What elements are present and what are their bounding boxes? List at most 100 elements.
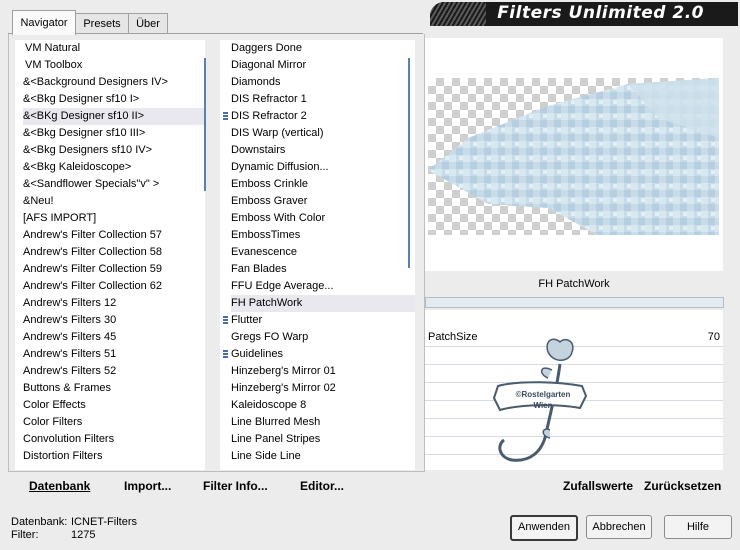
- list-item[interactable]: Color Filters: [23, 414, 205, 431]
- list-item-label: &<BKg Designer sf10 II>: [23, 110, 145, 122]
- editor-button[interactable]: Editor...: [300, 479, 344, 493]
- list-item[interactable]: &<Bkg Kaleidoscope>: [23, 159, 205, 176]
- list-item[interactable]: Fan Blades: [231, 261, 415, 278]
- filter-scrollbar[interactable]: [408, 58, 410, 268]
- list-marker-icon: [223, 350, 228, 359]
- banner-stripe: [430, 2, 486, 26]
- list-item[interactable]: &<Bkg Designer sf10 III>: [23, 125, 205, 142]
- status-filter-label: Filter:: [11, 529, 39, 541]
- tab-navigator[interactable]: Navigator: [12, 10, 76, 35]
- list-item[interactable]: Convolution Filters: [23, 431, 205, 448]
- reset-button[interactable]: Zurücksetzen: [644, 479, 721, 493]
- list-item[interactable]: Dynamic Diffusion...: [231, 159, 415, 176]
- list-item-label: Daggers Done: [231, 42, 302, 54]
- list-item[interactable]: Andrew's Filters 51: [23, 346, 205, 363]
- list-item-label: Diamonds: [231, 76, 281, 88]
- cancel-button[interactable]: Abbrechen: [586, 515, 652, 539]
- param-value[interactable]: 70: [700, 331, 720, 343]
- list-item[interactable]: Diamonds: [231, 74, 415, 91]
- list-item[interactable]: Buttons & Frames: [23, 380, 205, 397]
- list-item-label: Kaleidoscope 8: [231, 399, 307, 411]
- list-marker-icon: [223, 316, 228, 325]
- list-item[interactable]: Daggers Done: [231, 40, 415, 57]
- list-item[interactable]: Line Side Line: [231, 448, 415, 465]
- import-button[interactable]: Import...: [124, 479, 171, 493]
- category-scrollbar[interactable]: [204, 58, 206, 191]
- list-item[interactable]: EmbossTimes: [231, 227, 415, 244]
- list-item[interactable]: [AFS IMPORT]: [23, 210, 205, 227]
- list-item[interactable]: Hinzeberg's Mirror 02: [231, 380, 415, 397]
- list-item[interactable]: Andrew's Filter Collection 62: [23, 278, 205, 295]
- filter-list[interactable]: Daggers Done Diagonal Mirror Diamonds DIS R…: [220, 40, 415, 470]
- list-item-label: Fan Blades: [231, 263, 287, 275]
- list-item[interactable]: Flutter: [223, 312, 415, 329]
- list-item[interactable]: DIS Warp (vertical): [231, 125, 415, 142]
- list-item-label: Hinzeberg's Mirror 02: [231, 382, 336, 394]
- list-item[interactable]: Andrew's Filters 45: [23, 329, 205, 346]
- list-item-label: Andrew's Filters 45: [23, 331, 117, 343]
- app-banner: Filters Unlimited 2.0: [430, 2, 738, 26]
- list-item[interactable]: Distortion Filters: [23, 448, 205, 465]
- list-item-label: [AFS IMPORT]: [23, 212, 97, 224]
- list-item[interactable]: &<Sandflower Specials"v" >: [23, 176, 205, 193]
- list-item[interactable]: Andrew's Filter Collection 58: [23, 244, 205, 261]
- list-item[interactable]: VM Natural: [23, 40, 205, 57]
- list-item[interactable]: VM Toolbox: [23, 57, 205, 74]
- list-item-label: VM Natural: [25, 42, 81, 54]
- list-item[interactable]: Color Effects: [23, 397, 205, 414]
- help-button[interactable]: Hilfe: [664, 515, 732, 539]
- list-item[interactable]: &Neu!: [23, 193, 205, 210]
- list-item[interactable]: Hinzeberg's Mirror 01: [231, 363, 415, 380]
- list-item-label: Color Effects: [23, 399, 86, 411]
- list-item[interactable]: FFU Edge Average...: [231, 278, 415, 295]
- list-item-label: Downstairs: [231, 144, 286, 156]
- list-item[interactable]: Evanescence: [231, 244, 415, 261]
- list-item-label: Distortion Filters: [23, 450, 103, 462]
- list-item-label: Evanescence: [231, 246, 298, 258]
- list-item[interactable]: &<Bkg Designers sf10 IV>: [23, 142, 205, 159]
- list-item-label: Guidelines: [231, 348, 283, 360]
- list-item[interactable]: Andrew's Filter Collection 57: [23, 227, 205, 244]
- list-item-label: Color Filters: [23, 416, 83, 428]
- list-item-label: Andrew's Filter Collection 62: [23, 280, 163, 292]
- random-values-button[interactable]: Zufallswerte: [563, 479, 633, 493]
- list-item[interactable]: Andrew's Filters 30: [23, 312, 205, 329]
- list-item[interactable]: Andrew's Filter Collection 59: [23, 261, 205, 278]
- list-item[interactable]: Andrew's Filters 52: [23, 363, 205, 380]
- list-item[interactable]: DIS Refractor 2: [223, 108, 415, 125]
- preview-image: [428, 78, 719, 235]
- list-item[interactable]: Emboss With Color: [231, 210, 415, 227]
- list-item[interactable]: Andrew's Filters 12: [23, 295, 205, 312]
- list-item[interactable]: Guidelines: [223, 346, 415, 363]
- datenbank-button[interactable]: Datenbank: [29, 479, 90, 493]
- list-item[interactable]: Gregs FO Warp: [231, 329, 415, 346]
- list-item[interactable]: DIS Refractor 1: [231, 91, 415, 108]
- filter-info-button[interactable]: Filter Info...: [203, 479, 268, 493]
- tab-presets[interactable]: Presets: [75, 13, 129, 34]
- list-item-label: Line Panel Stripes: [231, 433, 321, 445]
- list-item[interactable]: Kaleidoscope 8: [231, 397, 415, 414]
- list-item[interactable]: Emboss Crinkle: [231, 176, 415, 193]
- list-item[interactable]: FH PatchWork: [231, 295, 415, 312]
- list-item[interactable]: Diagonal Mirror: [231, 57, 415, 74]
- status-filter-count: 1275: [71, 529, 96, 541]
- list-item[interactable]: Line Blurred Mesh: [231, 414, 415, 431]
- list-item-label: Andrew's Filters 12: [23, 297, 117, 309]
- list-item-label: DIS Warp (vertical): [231, 127, 324, 139]
- category-list[interactable]: VM Natural VM Toolbox &<Background Designe…: [15, 40, 205, 470]
- list-item-label: Hinzeberg's Mirror 01: [231, 365, 336, 377]
- list-item[interactable]: Emboss Graver: [231, 193, 415, 210]
- apply-button[interactable]: Anwenden: [510, 515, 578, 541]
- list-item[interactable]: &<BKg Designer sf10 II>: [23, 108, 205, 125]
- watermark-logo: ©Rostelgarten Wien: [490, 334, 590, 470]
- filter-progress-bar: [425, 297, 724, 308]
- list-item-label: &<Bkg Kaleidoscope>: [23, 161, 132, 173]
- list-item-label: &<Sandflower Specials"v" >: [23, 178, 160, 190]
- tab-ueber[interactable]: Über: [128, 13, 168, 34]
- list-item[interactable]: &<Background Designers IV>: [23, 74, 205, 91]
- list-item[interactable]: Downstairs: [231, 142, 415, 159]
- list-item[interactable]: &<Bkg Designer sf10 I>: [23, 91, 205, 108]
- list-item[interactable]: Line Panel Stripes: [231, 431, 415, 448]
- list-item-label: &<Bkg Designer sf10 I>: [23, 93, 140, 105]
- list-item-label: Line Side Line: [231, 450, 301, 462]
